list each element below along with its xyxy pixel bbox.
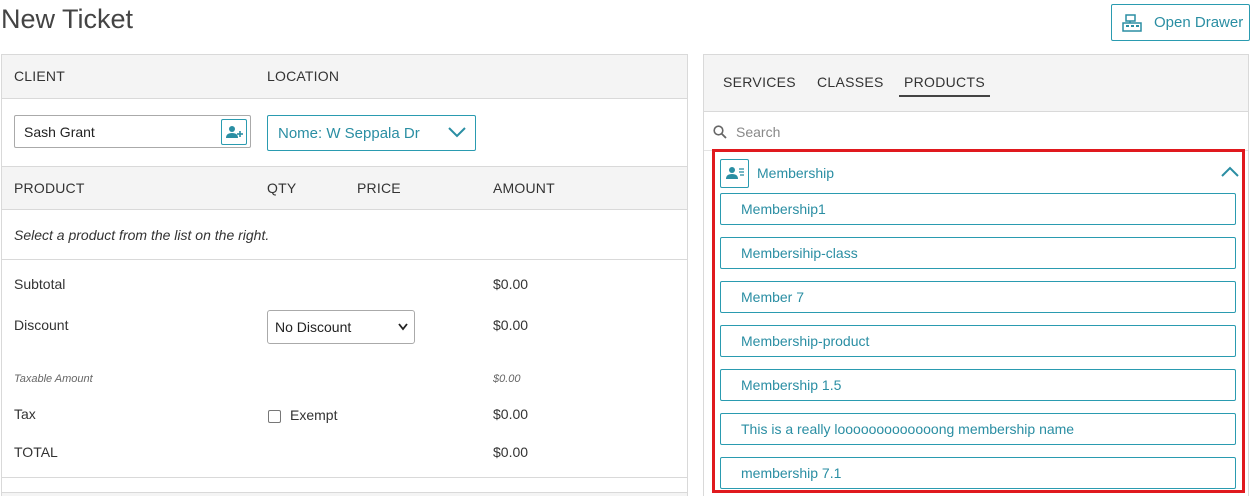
tab-products[interactable]: PRODUCTS xyxy=(899,74,990,97)
client-input[interactable]: Sash Grant xyxy=(14,115,251,148)
membership-icon xyxy=(720,158,749,188)
catalog-tabs: SERVICES CLASSES PRODUCTS xyxy=(704,55,1248,112)
open-drawer-button[interactable]: Open Drawer xyxy=(1111,4,1250,41)
chevron-down-icon xyxy=(398,323,408,331)
search-input[interactable]: Search xyxy=(736,124,780,140)
membership-section: Membership Membership1 Membersihip-class… xyxy=(712,149,1245,493)
cash-register-icon xyxy=(1122,13,1142,32)
amount-header: AMOUNT xyxy=(493,180,555,196)
list-item[interactable]: Member 7 xyxy=(720,281,1236,313)
list-item[interactable]: membership 7.1 xyxy=(720,457,1236,489)
tab-services[interactable]: SERVICES xyxy=(723,74,796,90)
location-header: LOCATION xyxy=(267,68,340,84)
discount-select[interactable]: No Discount xyxy=(267,310,415,344)
line-items-header: PRODUCT QTY PRICE AMOUNT xyxy=(2,166,687,210)
ticket-panel: CLIENT LOCATION Sash Grant Nome: W Seppa… xyxy=(1,54,688,496)
client-header: CLIENT xyxy=(14,68,65,84)
qty-header: QTY xyxy=(267,180,297,196)
price-header: PRICE xyxy=(357,180,401,196)
divider xyxy=(2,259,687,260)
chevron-down-icon xyxy=(448,127,466,138)
client-value: Sash Grant xyxy=(24,123,95,140)
tax-value: $0.00 xyxy=(493,406,529,422)
list-item[interactable]: This is a really looooooooooooong member… xyxy=(720,413,1236,445)
client-location-header: CLIENT LOCATION xyxy=(2,55,687,99)
taxable-amount-label: Taxable Amount xyxy=(14,373,93,385)
location-value: Nome: W Seppala Dr xyxy=(278,124,420,142)
tax-label: Tax xyxy=(14,406,36,422)
subtotal-value: $0.00 xyxy=(493,276,529,292)
footer-strip xyxy=(2,492,687,496)
subtotal-label: Subtotal xyxy=(14,276,66,292)
open-drawer-label: Open Drawer xyxy=(1154,14,1244,31)
add-client-button[interactable] xyxy=(221,119,247,145)
total-value: $0.00 xyxy=(493,444,529,460)
tab-classes[interactable]: CLASSES xyxy=(817,74,884,90)
divider xyxy=(2,477,687,478)
product-header: PRODUCT xyxy=(14,180,85,196)
total-label: TOTAL xyxy=(14,444,58,460)
list-item[interactable]: Membership-product xyxy=(720,325,1236,357)
catalog-panel: SERVICES CLASSES PRODUCTS Search Members… xyxy=(703,54,1249,496)
list-item[interactable]: Membership1 xyxy=(720,193,1236,225)
list-item[interactable]: Membersihip-class xyxy=(720,237,1236,269)
tax-exempt-checkbox[interactable] xyxy=(268,410,281,423)
page-title: New Ticket xyxy=(1,4,134,34)
search-icon xyxy=(713,124,727,139)
taxable-amount-value: $0.00 xyxy=(493,373,521,385)
search-bar[interactable]: Search xyxy=(704,113,1248,151)
add-user-icon xyxy=(226,126,243,138)
chevron-up-icon[interactable] xyxy=(1220,165,1240,179)
discount-value: $0.00 xyxy=(493,317,529,333)
membership-section-header[interactable]: Membership xyxy=(720,158,1240,188)
empty-line-hint: Select a product from the list on the ri… xyxy=(14,227,270,243)
discount-selected: No Discount xyxy=(275,319,352,335)
tax-exempt-label: Exempt xyxy=(290,407,338,423)
discount-label: Discount xyxy=(14,317,69,333)
list-item[interactable]: Membership 1.5 xyxy=(720,369,1236,401)
location-select[interactable]: Nome: W Seppala Dr xyxy=(267,115,476,151)
membership-section-label: Membership xyxy=(757,165,835,181)
